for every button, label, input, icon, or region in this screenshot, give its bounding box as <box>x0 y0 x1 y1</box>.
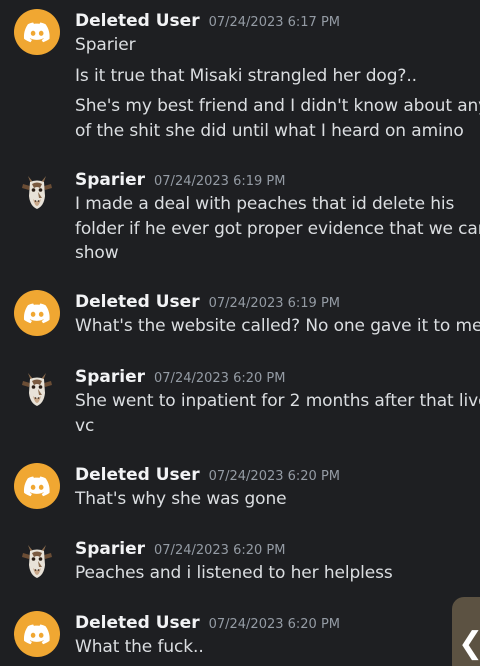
message-text: She's my best friend and I didn't know a… <box>75 94 480 143</box>
message-line: Sparier <box>75 35 136 55</box>
timestamp: 07/24/2023 6:20 PM <box>208 617 341 632</box>
author-name[interactable]: Deleted User <box>75 613 200 633</box>
message-line: show <box>75 243 119 263</box>
timestamp: 07/24/2023 6:19 PM <box>154 174 286 189</box>
avatar[interactable] <box>14 168 60 214</box>
author-name[interactable]: Sparier <box>75 539 145 559</box>
message-header: Sparier 07/24/2023 6:20 PM <box>75 537 285 561</box>
message-line: folder if he ever got proper evidence th… <box>75 218 480 239</box>
message-line: What's the website called? No one gave i… <box>75 316 480 336</box>
message-text: Sparier <box>75 33 470 58</box>
message-text: Peaches and i listened to her helpless <box>75 561 470 586</box>
discord-logo-icon <box>23 624 50 645</box>
avatar[interactable] <box>14 537 60 583</box>
timestamp: 07/24/2023 6:20 PM <box>208 469 341 484</box>
message-header: Deleted User 07/24/2023 6:20 PM <box>75 611 340 635</box>
message-line: She's my best friend and I didn't know a… <box>75 96 480 116</box>
avatar[interactable] <box>14 463 60 509</box>
timestamp: 07/24/2023 6:20 PM <box>154 543 286 558</box>
chat-message-list: Deleted User 07/24/2023 6:17 PM Sparier I… <box>0 0 480 666</box>
avatar[interactable] <box>14 365 60 411</box>
chevron-left-icon: ❮ <box>458 629 480 659</box>
goat-avatar-icon <box>22 545 52 578</box>
message-line: Is it true that Misaki strangled her dog… <box>75 66 417 86</box>
avatar[interactable] <box>14 611 60 657</box>
goat-avatar-icon <box>22 176 52 209</box>
message-line: of the shit she did until what I heard o… <box>75 120 464 141</box>
message-header: Deleted User 07/24/2023 6:20 PM <box>75 463 340 487</box>
message-line: vc <box>75 415 95 436</box>
goat-avatar-icon <box>22 373 52 406</box>
message-header: Sparier 07/24/2023 6:19 PM <box>75 168 285 192</box>
message-line: That's why she was gone <box>75 489 287 509</box>
message-line: What the fuck.. <box>75 637 204 657</box>
message-text: Is it true that Misaki strangled her dog… <box>75 64 470 89</box>
avatar[interactable] <box>14 9 60 55</box>
timestamp: 07/24/2023 6:19 PM <box>208 296 341 311</box>
author-name[interactable]: Sparier <box>75 170 145 190</box>
message-line: I made a deal with peaches that id delet… <box>75 194 455 214</box>
message-text: She went to inpatient for 2 months after… <box>75 389 480 438</box>
message-text: I made a deal with peaches that id delet… <box>75 192 480 266</box>
message-header: Sparier 07/24/2023 6:20 PM <box>75 365 285 389</box>
timestamp: 07/24/2023 6:20 PM <box>154 371 286 386</box>
message-text: What the fuck.. <box>75 635 470 660</box>
discord-logo-icon <box>23 303 50 324</box>
discord-logo-icon <box>23 476 50 497</box>
message-text: What's the website called? No one gave i… <box>75 314 480 339</box>
author-name[interactable]: Deleted User <box>75 465 200 485</box>
message-line: She went to inpatient for 2 months after… <box>75 391 480 411</box>
message-line: Peaches and i listened to her helpless <box>75 563 393 583</box>
author-name[interactable]: Deleted User <box>75 292 200 312</box>
message-header: Deleted User 07/24/2023 6:19 PM <box>75 290 340 314</box>
author-name[interactable]: Sparier <box>75 367 145 387</box>
discord-logo-icon <box>23 22 50 43</box>
timestamp: 07/24/2023 6:17 PM <box>208 15 341 30</box>
message-header: Deleted User 07/24/2023 6:17 PM <box>75 9 340 33</box>
message-text: That's why she was gone <box>75 487 470 512</box>
avatar[interactable] <box>14 290 60 336</box>
author-name[interactable]: Deleted User <box>75 11 200 31</box>
side-panel-handle[interactable]: ❮ <box>452 597 480 666</box>
